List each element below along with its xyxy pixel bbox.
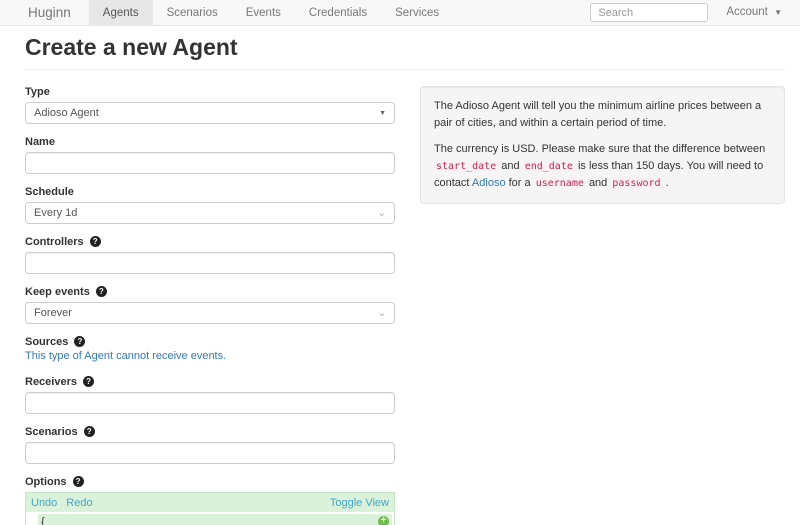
description-paragraph-1: The Adioso Agent will tell you the minim…: [434, 98, 771, 132]
receivers-field[interactable]: [25, 392, 395, 414]
description-text: The currency is USD. Please make sure th…: [434, 143, 765, 155]
type-select-value: Adioso Agent: [34, 107, 99, 119]
description-text: and: [501, 160, 522, 172]
keep-events-label-text: Keep events: [25, 286, 90, 298]
nav-item-credentials[interactable]: Credentials: [295, 0, 381, 25]
page-header: Create a new Agent: [25, 34, 785, 70]
controllers-label: Controllers ?: [25, 236, 395, 248]
type-label: Type: [25, 86, 395, 98]
json-editor-toolbar: Undo Redo Toggle View: [26, 493, 394, 512]
scenarios-label-text: Scenarios: [25, 426, 78, 438]
json-root-brace: {: [41, 516, 45, 525]
scenarios-label: Scenarios ?: [25, 426, 395, 438]
help-icon[interactable]: ?: [90, 236, 101, 247]
nav-item-scenarios[interactable]: Scenarios: [153, 0, 232, 25]
options-label-text: Options: [25, 476, 67, 488]
receivers-label-text: Receivers: [25, 376, 77, 388]
chevron-down-icon: ▼: [774, 8, 782, 17]
sources-note: This type of Agent cannot receive events…: [25, 350, 395, 362]
page-title: Create a new Agent: [25, 34, 785, 61]
keep-events-label: Keep events ?: [25, 286, 395, 298]
adioso-link[interactable]: Adioso: [472, 177, 506, 189]
help-icon[interactable]: ?: [84, 426, 95, 437]
sources-label-text: Sources: [25, 336, 68, 348]
toggle-view-button[interactable]: Toggle View: [330, 497, 389, 509]
agent-form: Type Adioso Agent ▼ Name Schedule Every …: [25, 86, 395, 525]
code-end-date: end_date: [523, 161, 575, 172]
description-text: for a: [509, 177, 534, 189]
nav-item-events[interactable]: Events: [232, 0, 295, 25]
account-menu[interactable]: Account ▼: [726, 0, 782, 26]
options-label: Options ?: [25, 476, 395, 488]
agent-description-panel: The Adioso Agent will tell you the minim…: [420, 86, 785, 204]
description-text: and: [589, 177, 610, 189]
code-username: username: [534, 178, 586, 189]
name-field[interactable]: [25, 152, 395, 174]
name-label: Name: [25, 136, 395, 148]
brand-logo[interactable]: Huginn: [0, 0, 89, 25]
nav-item-services[interactable]: Services: [381, 0, 453, 25]
scenarios-field[interactable]: [25, 442, 395, 464]
keep-events-select[interactable]: Forever ⌄: [25, 302, 395, 324]
controllers-label-text: Controllers: [25, 236, 84, 248]
chevron-down-icon: ⌄: [378, 208, 386, 219]
nav-item-agents[interactable]: Agents: [89, 0, 153, 25]
description-text: .: [666, 177, 669, 189]
type-select[interactable]: Adioso Agent ▼: [25, 102, 395, 124]
schedule-label: Schedule: [25, 186, 395, 198]
undo-button[interactable]: Undo: [31, 497, 57, 509]
code-start-date: start_date: [434, 161, 498, 172]
add-item-icon[interactable]: +: [378, 516, 389, 525]
search-input[interactable]: [590, 3, 708, 22]
redo-button[interactable]: Redo: [66, 497, 92, 509]
chevron-down-icon: ▼: [379, 110, 386, 117]
options-json-editor: Undo Redo Toggle View { + start_date : W…: [25, 492, 395, 525]
schedule-select[interactable]: Every 1d ⌄: [25, 202, 395, 224]
navbar-right: Account ▼: [590, 0, 800, 25]
top-navbar: Huginn Agents Scenarios Events Credentia…: [0, 0, 800, 26]
description-paragraph-2: The currency is USD. Please make sure th…: [434, 141, 771, 192]
help-icon[interactable]: ?: [74, 336, 85, 347]
chevron-down-icon: ⌄: [378, 308, 386, 319]
receivers-label: Receivers ?: [25, 376, 395, 388]
sources-label: Sources ?: [25, 336, 395, 348]
help-icon[interactable]: ?: [96, 286, 107, 297]
help-icon[interactable]: ?: [83, 376, 94, 387]
schedule-select-value: Every 1d: [34, 207, 77, 219]
controllers-field[interactable]: [25, 252, 395, 274]
account-label: Account: [726, 6, 768, 18]
keep-events-select-value: Forever: [34, 307, 72, 319]
help-icon[interactable]: ?: [73, 476, 84, 487]
code-password: password: [610, 178, 662, 189]
json-root-row: { +: [38, 514, 392, 525]
